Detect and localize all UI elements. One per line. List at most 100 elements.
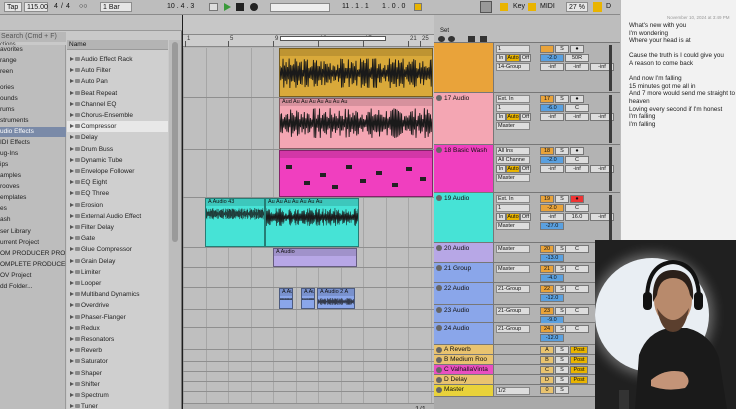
record-icon[interactable] — [250, 3, 258, 11]
return-title-bar[interactable]: Master — [434, 385, 494, 396]
pan-field[interactable]: C — [565, 104, 589, 112]
track-lane[interactable]: A Audio 2 A A Audio 2 A A Audio 2 A — [183, 288, 434, 310]
post-button[interactable]: Post — [570, 356, 588, 364]
solo-button[interactable]: S — [555, 45, 569, 53]
browser-category-item[interactable]: udio Effects — [0, 127, 66, 137]
return-solo-button[interactable]: S — [555, 356, 569, 364]
metronome-icon[interactable]: ○○ — [77, 2, 89, 12]
return-solo-button[interactable]: S — [555, 366, 569, 374]
expand-arrow-icon[interactable] — [70, 348, 74, 353]
track-title-bar[interactable]: 23 Audio — [434, 305, 494, 322]
return-fold-icon[interactable] — [436, 367, 442, 373]
browser-file-item[interactable]: Saturator — [67, 356, 168, 367]
expand-arrow-icon[interactable] — [70, 359, 74, 364]
expand-arrow-icon[interactable] — [70, 180, 74, 185]
expand-arrow-icon[interactable] — [70, 57, 74, 61]
output-chooser[interactable]: 21-Group — [496, 307, 530, 315]
quantization-menu[interactable]: 1 Bar — [100, 2, 132, 12]
expand-arrow-icon[interactable] — [70, 381, 74, 386]
audio-clip[interactable]: A Audio — [273, 248, 357, 267]
monitor-in-button[interactable]: In — [496, 213, 506, 221]
return-track-header[interactable]: A Reverb A S Post — [434, 345, 620, 355]
return-fold-icon[interactable] — [436, 347, 442, 353]
browser-category-item[interactable]: rums — [0, 105, 66, 115]
browser-category-item[interactable]: ash — [0, 215, 66, 225]
arrangement-grid[interactable]: Aud Au Au Au Au Au Au Au A Audio 43 Au Au … — [183, 48, 434, 406]
output-chooser[interactable]: Master — [496, 265, 530, 273]
pan-field[interactable]: C — [565, 325, 589, 333]
arm-button[interactable]: ● — [570, 95, 584, 103]
volume-field[interactable]: -6.0 — [540, 104, 564, 112]
track-header[interactable]: 24 Audio21-Group24S●-12.0C — [434, 323, 620, 345]
track-lane[interactable]: A Audio — [183, 248, 434, 268]
monitor-auto-button[interactable]: Auto — [506, 54, 520, 62]
browser-file-item[interactable]: Tuner — [67, 401, 168, 409]
expand-arrow-icon[interactable] — [70, 337, 74, 341]
browser-file-item[interactable]: Auto Pan — [67, 76, 168, 87]
expand-arrow-icon[interactable] — [70, 213, 74, 218]
output-chooser[interactable]: 21-Group — [496, 325, 530, 333]
send-a-field[interactable]: -inf — [540, 165, 564, 173]
browser-file-item[interactable]: Gate — [67, 233, 168, 244]
return-letter-button[interactable]: B — [540, 356, 554, 364]
audio-clip[interactable]: Aud Au Au Au Au Au Au Au — [279, 98, 433, 149]
return-fold-icon[interactable] — [436, 377, 442, 383]
monitor-in-button[interactable]: In — [496, 165, 506, 173]
expand-arrow-icon[interactable] — [70, 370, 74, 375]
expand-arrow-icon[interactable] — [70, 202, 74, 207]
master-output-chooser[interactable]: 1/2 — [496, 387, 530, 395]
browser-category-item[interactable]: es — [0, 204, 66, 214]
browser-category-item[interactable]: reen — [0, 67, 66, 77]
expand-arrow-icon[interactable] — [70, 225, 74, 229]
pan-field[interactable]: C — [565, 204, 589, 212]
browser-scrollbar[interactable] — [169, 40, 181, 409]
monitor-auto-button[interactable]: Auto — [506, 213, 520, 221]
expand-arrow-icon[interactable] — [70, 90, 74, 95]
browser-file-item[interactable]: Drum Buss — [67, 144, 168, 155]
track-lane[interactable] — [183, 48, 434, 98]
output-chooser[interactable]: Master — [496, 222, 530, 230]
browser-file-item[interactable]: Reverb — [67, 345, 168, 356]
browser-file-item[interactable]: Glue Compressor — [67, 244, 168, 255]
output-chooser[interactable]: Master — [496, 122, 530, 130]
expand-arrow-icon[interactable] — [70, 135, 74, 140]
return-solo-button[interactable]: S — [555, 386, 569, 394]
browser-category-item[interactable]: dd Folder... — [0, 282, 66, 292]
expand-arrow-icon[interactable] — [70, 157, 74, 162]
audio-clip[interactable]: A Audio 2 A — [279, 288, 293, 309]
track-title-bar[interactable]: 24 Audio — [434, 323, 494, 344]
return-title-bar[interactable]: A Reverb — [434, 345, 494, 354]
browser-category-item[interactable]: ug-Ins — [0, 149, 66, 159]
track-lane[interactable] — [183, 150, 434, 198]
browser-file-item[interactable]: Resonators — [67, 334, 168, 345]
expand-arrow-icon[interactable] — [70, 191, 74, 196]
browser-file-item[interactable]: Delay — [67, 132, 168, 143]
track-number-button[interactable]: 24 — [540, 325, 554, 333]
track-title-bar[interactable] — [434, 43, 494, 92]
expand-arrow-icon[interactable] — [70, 303, 74, 308]
track-lane[interactable] — [183, 382, 434, 392]
expand-arrow-icon[interactable] — [70, 247, 74, 252]
send-b-field[interactable]: -inf — [565, 113, 589, 121]
draw-mode-icon[interactable] — [480, 1, 492, 13]
track-number-button[interactable]: 22 — [540, 285, 554, 293]
track-header[interactable]: 20 AudioMaster20S●-13.0C — [434, 243, 620, 263]
volume-field[interactable]: -2.0 — [540, 156, 564, 164]
browser-file-item[interactable]: External Audio Effect — [67, 211, 168, 222]
track-header[interactable]: 22 Audio21-Group22S●-12.0C — [434, 283, 620, 305]
browser-file-item[interactable]: Multiband Dynamics — [67, 289, 168, 300]
browser-category-item[interactable]: ser Library — [0, 227, 66, 237]
track-delay-field[interactable]: -27.0 — [540, 222, 564, 230]
track-header[interactable]: 19 Audio Ext. In 1 In Auto Off Master 19 S ● -2.0 C… — [434, 193, 620, 243]
browser-category-item[interactable]: amples — [0, 171, 66, 181]
track-number-button[interactable]: 18 — [540, 147, 554, 155]
browser-file-item[interactable]: Spectrum — [67, 390, 168, 401]
browser-file-item[interactable]: Shifter — [67, 379, 168, 390]
track-title-bar[interactable]: 20 Audio — [434, 243, 494, 262]
browser-file-item[interactable]: Envelope Follower — [67, 166, 168, 177]
browser-category-item[interactable]: OM PRODUCER PRO SAI — [0, 249, 66, 259]
track-title-bar[interactable]: 19 Audio — [434, 193, 494, 242]
browser-file-item[interactable]: Redux — [67, 323, 168, 334]
return-title-bar[interactable]: C ValhallaVinta — [434, 365, 494, 374]
monitor-in-button[interactable]: In — [496, 113, 506, 121]
